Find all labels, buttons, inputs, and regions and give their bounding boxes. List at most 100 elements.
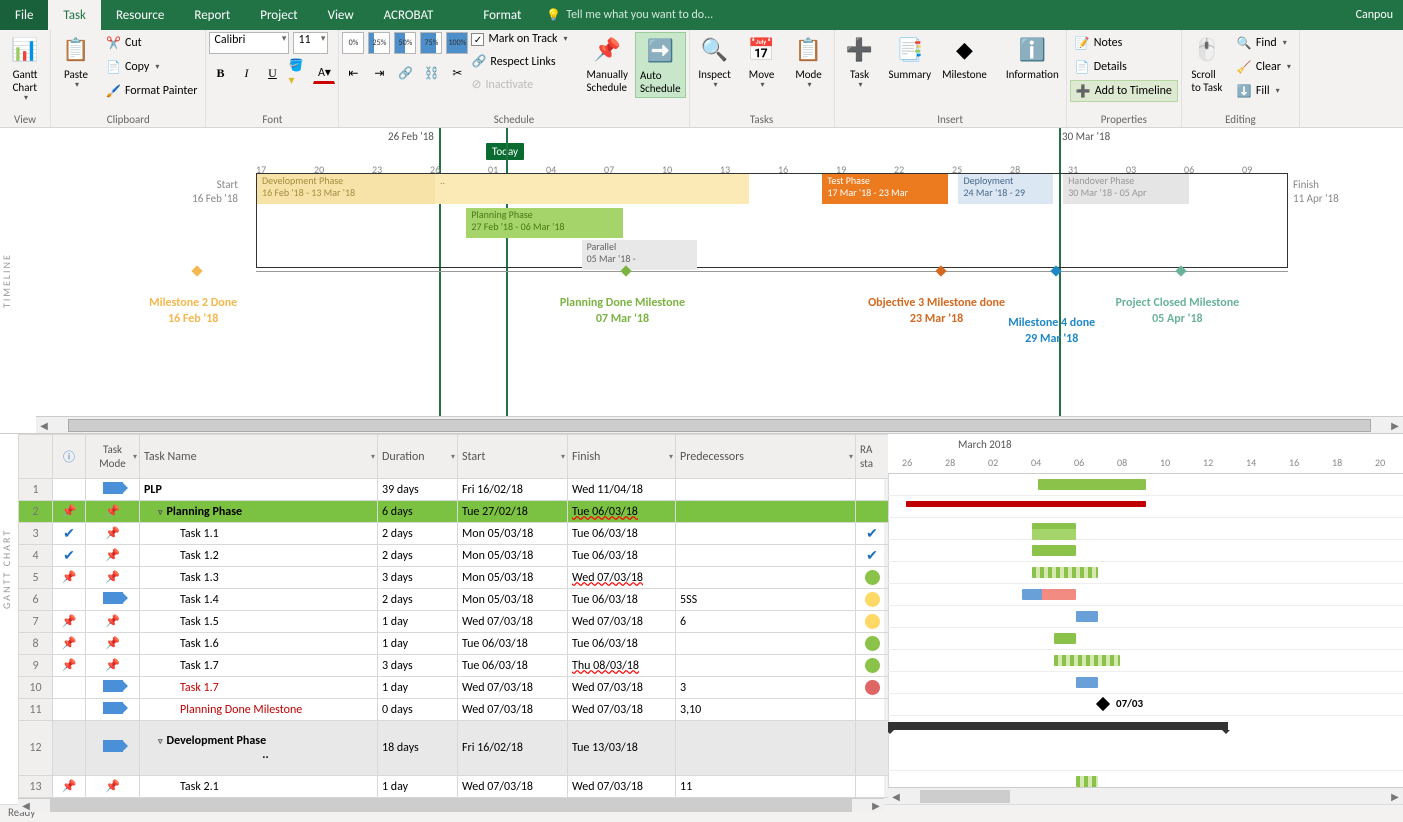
start-cell[interactable]: Tue 06/03/18 <box>458 633 568 655</box>
column-finish[interactable]: Finish▾ <box>568 435 676 479</box>
duration-cell[interactable]: 1 day <box>378 677 458 699</box>
find-button[interactable]: 🔍Find▾ <box>1232 32 1296 54</box>
task-mode-cell[interactable]: 📌 <box>86 655 140 677</box>
menu-project[interactable]: Project <box>245 0 312 30</box>
table-row[interactable]: 8📌📌Task 1.61 dayTue 06/03/18Tue 06/03/18 <box>19 633 889 655</box>
task-name-cell[interactable]: Task 1.5 <box>140 611 378 633</box>
start-cell[interactable]: Mon 05/03/18 <box>458 567 568 589</box>
insert-summary-button[interactable]: 📑Summary <box>885 32 936 83</box>
scroll-to-task-button[interactable]: 🖱️Scroll to Task <box>1185 32 1229 96</box>
row-number[interactable]: 12 <box>19 721 53 776</box>
scroll-left-arrow-icon[interactable]: ◀ <box>18 799 34 812</box>
timeline-bar[interactable]: Development Phase16 Feb '18 - 13 Mar '18 <box>257 174 435 204</box>
mark-on-track-button[interactable]: ✓Mark on Track▾ <box>471 32 567 46</box>
timeline-hscroll[interactable]: ◀ ▶ <box>36 416 1403 433</box>
task-mode-cell[interactable]: 📌 <box>86 501 140 523</box>
table-row[interactable]: 2📌📌Planning Phase6 daysTue 27/02/18Tue 0… <box>19 501 889 523</box>
paste-button[interactable]: 📋Paste▾ <box>54 32 98 93</box>
scroll-right-arrow-icon[interactable]: ▶ <box>1387 790 1403 803</box>
timeline-diamond[interactable] <box>1176 265 1187 276</box>
gantt-bar[interactable] <box>1022 589 1042 600</box>
timeline-bar[interactable]: Handover Phase30 Mar '18 - 05 Apr <box>1063 174 1189 204</box>
predecessors-cell[interactable] <box>676 523 856 545</box>
start-cell[interactable]: Wed 07/03/18 <box>458 677 568 699</box>
timeline-bar[interactable]: Planning Phase27 Feb '18 - 06 Mar '18 <box>466 208 623 238</box>
start-cell[interactable]: Wed 07/03/18 <box>458 611 568 633</box>
predecessors-cell[interactable] <box>676 633 856 655</box>
clear-button[interactable]: 🧹Clear▾ <box>1232 56 1296 78</box>
start-cell[interactable]: Fri 16/02/18 <box>458 721 568 776</box>
start-cell[interactable]: Wed 07/03/18 <box>458 699 568 721</box>
insert-task-button[interactable]: ➕Task▾ <box>838 32 882 93</box>
status-cell[interactable] <box>856 677 889 699</box>
status-cell[interactable] <box>856 633 889 655</box>
row-number[interactable]: 11 <box>19 699 53 721</box>
scroll-right-arrow-icon[interactable]: ▶ <box>1387 419 1403 432</box>
table-row[interactable]: 13📌📌Task 2.11 dayWed 07/03/18Wed 07/03/1… <box>19 776 889 798</box>
table-row[interactable]: 1PLP39 daysFri 16/02/18Wed 11/04/18 <box>19 479 889 501</box>
task-mode-cell[interactable] <box>86 721 140 776</box>
duration-cell[interactable]: 2 days <box>378 545 458 567</box>
scroll-right-arrow-icon[interactable]: ▶ <box>868 799 884 812</box>
status-cell[interactable]: ✔ <box>856 545 889 567</box>
table-row[interactable]: 7📌📌Task 1.51 dayWed 07/03/18Wed 07/03/18… <box>19 611 889 633</box>
menu-file[interactable]: File <box>0 0 48 30</box>
start-cell[interactable]: Wed 07/03/18 <box>458 776 568 798</box>
duration-cell[interactable]: 1 day <box>378 633 458 655</box>
gantt-bar[interactable] <box>1054 633 1076 644</box>
indicator-cell[interactable] <box>53 589 86 611</box>
duration-cell[interactable]: 1 day <box>378 611 458 633</box>
task-name-cell[interactable]: Task 1.2 <box>140 545 378 567</box>
finish-cell[interactable]: Thu 08/03/18 <box>568 655 676 677</box>
percent-100-button[interactable]: 100% <box>446 32 468 54</box>
column-duration[interactable]: Duration▾ <box>378 435 458 479</box>
duration-cell[interactable]: 0 days <box>378 699 458 721</box>
start-cell[interactable]: Fri 16/02/18 <box>458 479 568 501</box>
status-cell[interactable]: ✔ <box>856 523 889 545</box>
table-row[interactable]: 10Task 1.71 dayWed 07/03/18Wed 07/03/183 <box>19 677 889 699</box>
duration-cell[interactable]: 39 days <box>378 479 458 501</box>
scroll-left-arrow-icon[interactable]: ◀ <box>888 790 904 803</box>
table-hscroll[interactable]: ◀ ▶ <box>18 798 884 812</box>
table-row[interactable]: 11Planning Done Milestone0 daysWed 07/03… <box>19 699 889 721</box>
timeline-diamond[interactable] <box>621 265 632 276</box>
row-number[interactable]: 6 <box>19 589 53 611</box>
finish-cell[interactable]: Tue 06/03/18 <box>568 545 676 567</box>
split-task-button[interactable]: ✂ <box>446 62 468 84</box>
font-color-button[interactable]: A▾ <box>313 62 335 84</box>
auto-schedule-button[interactable]: ➡️Auto Schedule <box>635 32 686 98</box>
copy-button[interactable]: 📄Copy▾ <box>101 56 202 78</box>
link-tasks-button[interactable]: 🔗 <box>394 62 416 84</box>
duration-cell[interactable]: 1 day <box>378 776 458 798</box>
predecessors-cell[interactable]: 5SS <box>676 589 856 611</box>
timeline-bar[interactable]: Parallel05 Mar '18 - <box>582 240 697 270</box>
status-cell[interactable] <box>856 501 889 523</box>
start-cell[interactable]: Tue 06/03/18 <box>458 655 568 677</box>
finish-cell[interactable]: Tue 13/03/18 <box>568 721 676 776</box>
predecessors-cell[interactable] <box>676 721 856 776</box>
percent-25-button[interactable]: 25% <box>368 32 390 54</box>
task-name-cell[interactable]: Task 1.7 <box>140 677 378 699</box>
column-predecessors[interactable]: Predecessors▾ <box>676 435 856 479</box>
column-info[interactable]: ⓘ <box>53 435 86 479</box>
predecessors-cell[interactable] <box>676 501 856 523</box>
indicator-cell[interactable]: 📌 <box>53 655 86 677</box>
column-task-mode[interactable]: Task Mode▾ <box>86 435 140 479</box>
row-number[interactable]: 9 <box>19 655 53 677</box>
details-button[interactable]: 📄Details <box>1070 56 1178 78</box>
row-number[interactable]: 3 <box>19 523 53 545</box>
gantt-bar[interactable] <box>1076 611 1098 622</box>
move-button[interactable]: 📅Move▾ <box>740 32 784 93</box>
table-row[interactable]: 12Development Phase..18 daysFri 16/02/18… <box>19 721 889 776</box>
cut-button[interactable]: ✂️Cut <box>101 32 202 54</box>
predecessors-cell[interactable] <box>676 655 856 677</box>
mode-button[interactable]: 📋Mode▾ <box>787 32 831 93</box>
gantt-milestone-diamond[interactable] <box>1096 697 1110 711</box>
finish-cell[interactable]: Tue 06/03/18 <box>568 501 676 523</box>
task-mode-cell[interactable] <box>86 677 140 699</box>
scroll-thumb[interactable] <box>920 790 1010 803</box>
respect-links-button[interactable]: 🔗Respect Links <box>471 54 567 69</box>
inspect-button[interactable]: 🔍Inspect▾ <box>693 32 737 93</box>
row-number[interactable]: 7 <box>19 611 53 633</box>
gantt-table[interactable]: ⓘ Task Mode▾ Task Name▾ Duration▾ Start▾… <box>18 434 889 798</box>
